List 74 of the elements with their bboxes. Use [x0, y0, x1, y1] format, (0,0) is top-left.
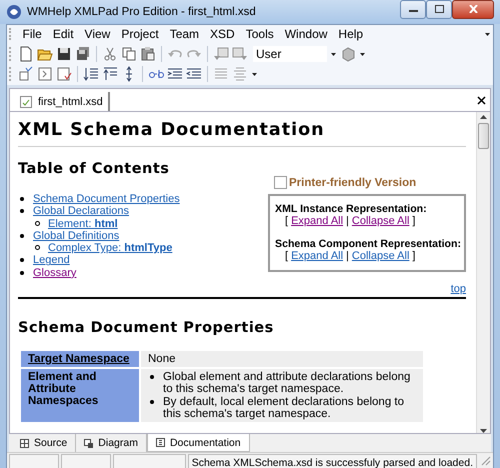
resize-grip-icon [479, 454, 491, 466]
app-logo-icon [6, 4, 22, 20]
window-title: WMHelp XMLPad Pro Edition - first_html.xsd [27, 6, 257, 18]
scrollbar[interactable] [476, 112, 490, 433]
toggle-link[interactable]: Expand All [291, 215, 344, 227]
page-heading: XML Schema Documentation [18, 118, 466, 147]
floppy-disks-icon[interactable] [75, 46, 91, 62]
toggle-link[interactable]: Expand All [291, 250, 344, 262]
dropdown-caret-icon[interactable] [251, 71, 258, 77]
scroll-thumb[interactable] [478, 123, 489, 149]
menu-item[interactable]: Edit [47, 26, 80, 42]
profile-combo[interactable]: User [253, 46, 327, 62]
dropdown-caret-icon[interactable] [359, 51, 366, 57]
section-heading: Table of Contents [18, 161, 170, 177]
diagram-icon [84, 438, 94, 448]
minimize-button[interactable] [400, 0, 426, 18]
bullet-text: By default, local element declarations belong to this schema's target namespace. [163, 396, 404, 420]
maximize-button[interactable] [426, 0, 452, 18]
window-arrow-icon[interactable] [232, 46, 248, 62]
separator-text: | [346, 250, 349, 262]
menu-item[interactable]: View [79, 26, 116, 42]
checkbox[interactable] [274, 176, 287, 189]
dropdown-caret-icon[interactable] [330, 51, 337, 57]
toc-link[interactable]: Complex Type: htmlType [48, 242, 172, 254]
bracket-text: [ [285, 215, 288, 227]
toc-link[interactable]: Glossary [33, 266, 76, 279]
scissors-icon[interactable] [102, 46, 118, 62]
bracket-box-icon[interactable] [37, 66, 53, 82]
toggle-link[interactable]: Collapse All [352, 215, 410, 227]
panel-label: XML Instance Representation: [275, 203, 427, 215]
toc-link[interactable]: Schema Document Properties [33, 193, 180, 205]
maximize-icon [434, 5, 444, 13]
document-icon[interactable] [18, 46, 34, 62]
status-message: Schema XMLSchema.xsd is successfuly parsed and loaded. [188, 454, 477, 468]
bracket-text: [ [285, 250, 288, 262]
toc-link[interactable]: Element: html [48, 218, 118, 230]
menu-item[interactable]: Team [164, 26, 205, 42]
window-arrow-icon[interactable] [213, 46, 229, 62]
menu-item[interactable]: Help [332, 26, 369, 42]
validate-icon[interactable] [56, 66, 72, 82]
close-icon [468, 5, 478, 13]
file-icon [19, 94, 33, 108]
top-link[interactable]: top [450, 283, 466, 296]
copy-icon[interactable] [121, 46, 137, 62]
clipboard-icon[interactable] [140, 46, 156, 62]
sort-icon[interactable] [83, 66, 99, 82]
close-icon[interactable] [477, 96, 486, 104]
menu-item[interactable]: XSD [204, 26, 240, 42]
document-icon [156, 438, 165, 447]
indent-top-icon[interactable] [102, 66, 118, 82]
bracket-text: ] [412, 250, 416, 262]
menu-item[interactable]: Window [279, 26, 333, 42]
property-value-cell: None [141, 351, 423, 368]
checklist-icon[interactable] [18, 66, 34, 82]
scroll-up-arrow-icon[interactable] [480, 115, 487, 119]
separator-text: | [346, 215, 349, 227]
bracket-text: ] [412, 215, 416, 227]
close-button[interactable] [452, 0, 494, 18]
toc-link[interactable]: Global Definitions [33, 230, 120, 242]
toc-link[interactable]: Legend [33, 254, 70, 266]
property-name-cell: Element and Attribute Namespaces [21, 369, 139, 422]
menu-item[interactable]: Tools [240, 26, 280, 42]
bullet-text: Global element and attribute declarations belong to this schema's target namespace. [163, 371, 410, 396]
section-heading: Schema Document Properties [18, 320, 275, 336]
toggle-link[interactable]: Collapse All [352, 250, 410, 262]
menu-item[interactable]: File [17, 26, 48, 42]
view-tab[interactable]: Documentation [146, 434, 250, 452]
panel-label: Schema Component Representation: [275, 238, 462, 250]
checkbox-label: Printer-friendly Version [289, 176, 416, 188]
overflow-caret-icon[interactable] [484, 31, 491, 37]
grid-icon [20, 438, 29, 448]
scroll-down-arrow-icon[interactable] [480, 429, 487, 433]
toc-link[interactable]: Global Declarations [33, 205, 129, 218]
menu-item[interactable]: Project [116, 26, 164, 42]
